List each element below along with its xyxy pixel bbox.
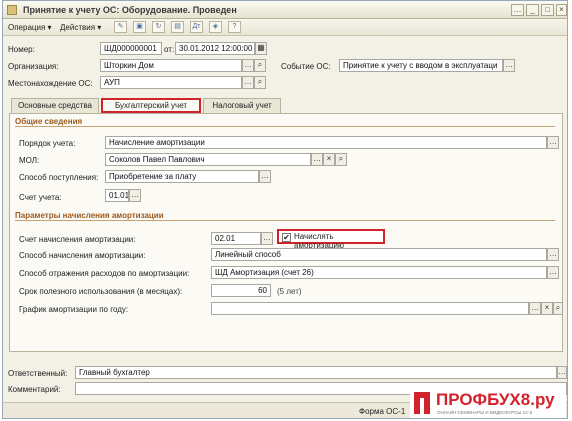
checkbox-check-icon[interactable]: ✔ xyxy=(282,233,291,242)
event-field[interactable]: Принятие к учету с вводом в эксплуатаци xyxy=(339,59,503,72)
charge-depreciation-checkbox[interactable]: ✔ Начислять амортизацию xyxy=(277,229,385,250)
location-search-icon[interactable]: ⌕ xyxy=(254,76,266,89)
account-select-button[interactable]: … xyxy=(129,189,141,202)
responsible-field[interactable]: Главный бухгалтер xyxy=(75,366,557,379)
location-select-button[interactable]: … xyxy=(242,76,254,89)
document-icon xyxy=(7,5,17,15)
receipt-field[interactable]: Приобретение за плату xyxy=(105,170,259,183)
maximize-icon[interactable]: □ xyxy=(541,4,554,16)
org-select-button[interactable]: … xyxy=(242,59,254,72)
form-print-button[interactable]: Форма ОС-1 xyxy=(359,407,405,416)
profbuh-logo: ПРОФБУХ8.ру ОНЛАЙН-СЕМИНАРЫ И ВИДЕОКУРСЫ… xyxy=(410,388,566,418)
help-toolbar-icon[interactable]: ? xyxy=(228,21,241,33)
method-label: Способ начисления амортизации: xyxy=(19,251,146,260)
method-field[interactable]: Линейный способ xyxy=(211,248,547,261)
org-label: Организация: xyxy=(8,62,59,71)
actions-menu[interactable]: Действия ▾ xyxy=(60,21,101,34)
operation-menu[interactable]: Операция ▾ xyxy=(8,21,52,34)
account-label: Счет учета: xyxy=(19,193,62,202)
mol-select-button[interactable]: … xyxy=(311,153,323,166)
term-years-hint: (5 лет) xyxy=(277,287,302,296)
mol-search-icon[interactable]: ⌕ xyxy=(335,153,347,166)
document-window: Принятие к учету ОС: Оборудование. Прове… xyxy=(2,0,568,419)
logo-mark-icon xyxy=(414,392,430,414)
responsible-select-button[interactable]: … xyxy=(557,366,567,379)
expense-field[interactable]: ШД Амортизация (счет 26) xyxy=(211,266,547,279)
schedule-field[interactable] xyxy=(211,302,529,315)
tab-tax[interactable]: Налоговый учет xyxy=(203,98,281,113)
tab-fixed-assets[interactable]: Основные средства xyxy=(11,98,99,113)
responsible-label: Ответственный: xyxy=(8,369,68,378)
logo-tagline: ОНЛАЙН-СЕМИНАРЫ И ВИДЕОКУРСЫ 1С:8 xyxy=(437,408,533,415)
term-label: Срок полезного использования (в месяцах)… xyxy=(19,287,183,296)
location-field[interactable]: АУП xyxy=(100,76,242,89)
mol-field[interactable]: Соколов Павел Павлович xyxy=(105,153,311,166)
schedule-select-button[interactable]: … xyxy=(529,302,541,315)
expense-select-button[interactable]: … xyxy=(547,266,559,279)
copy-icon[interactable]: ▣ xyxy=(133,21,146,33)
calendar-icon[interactable]: ▦ xyxy=(255,42,267,55)
order-select-button[interactable]: … xyxy=(547,136,559,149)
number-label: Номер: xyxy=(8,45,35,54)
minimize-icon[interactable]: _ xyxy=(526,4,539,16)
receipt-label: Способ поступления: xyxy=(19,173,99,182)
term-field[interactable]: 60 xyxy=(211,284,271,297)
expense-label: Способ отражения расходов по амортизации… xyxy=(19,269,190,278)
dep-account-select-button[interactable]: … xyxy=(261,232,273,245)
org-field[interactable]: Шторкин Дом xyxy=(100,59,242,72)
tab-strip: Основные средства Бухгалтерский учет Нал… xyxy=(9,98,563,113)
mol-clear-icon[interactable]: × xyxy=(323,153,335,166)
close-icon[interactable]: × xyxy=(556,4,567,16)
dep-account-field[interactable]: 02.01 xyxy=(211,232,261,245)
receipt-select-button[interactable]: … xyxy=(259,170,271,183)
print-icon[interactable]: ▤ xyxy=(171,21,184,33)
refresh-icon[interactable]: ↻ xyxy=(152,21,165,33)
schedule-label: График амортизации по году: xyxy=(19,305,129,314)
schedule-search-icon[interactable]: ⌕ xyxy=(553,302,563,315)
account-field[interactable]: 01.01 xyxy=(105,189,129,202)
schedule-clear-icon[interactable]: × xyxy=(541,302,553,315)
logo-text: ПРОФБУХ8.ру xyxy=(436,390,555,409)
order-field[interactable]: Начисление амортизации xyxy=(105,136,547,149)
dt-kt-icon[interactable]: Дт xyxy=(190,21,203,33)
date-label: от: xyxy=(164,45,175,54)
date-field[interactable]: 30.01.2012 12:00:00 xyxy=(175,42,255,55)
event-select-button[interactable]: … xyxy=(503,59,515,72)
window-title: Принятие к учету ОС: Оборудование. Прове… xyxy=(23,5,237,15)
general-section-title: Общие сведения xyxy=(15,117,555,127)
toolbar: Операция ▾ Действия ▾ ✎ ▣ ↻ ▤ Дт ◈ ? xyxy=(3,19,567,36)
org-search-icon[interactable]: ⌕ xyxy=(254,59,266,72)
method-select-button[interactable]: … xyxy=(547,248,559,261)
comment-label: Комментарий: xyxy=(8,385,61,394)
event-label: Событие ОС: xyxy=(281,62,331,71)
help-icon[interactable]: … xyxy=(511,4,524,16)
post-icon[interactable]: ✎ xyxy=(114,21,127,33)
structure-icon[interactable]: ◈ xyxy=(209,21,222,33)
mol-label: МОЛ: xyxy=(19,156,40,165)
tab-accounting[interactable]: Бухгалтерский учет xyxy=(101,98,201,113)
dep-account-label: Счет начисления амортизации: xyxy=(19,235,136,244)
location-label: Местонахождение ОС: xyxy=(8,79,93,88)
depreciation-section-title: Параметры начисления амортизации xyxy=(15,211,555,221)
title-bar: Принятие к учету ОС: Оборудование. Прове… xyxy=(3,1,567,19)
order-label: Порядок учета: xyxy=(19,139,76,148)
number-field[interactable]: ШД000000001 xyxy=(100,42,162,55)
